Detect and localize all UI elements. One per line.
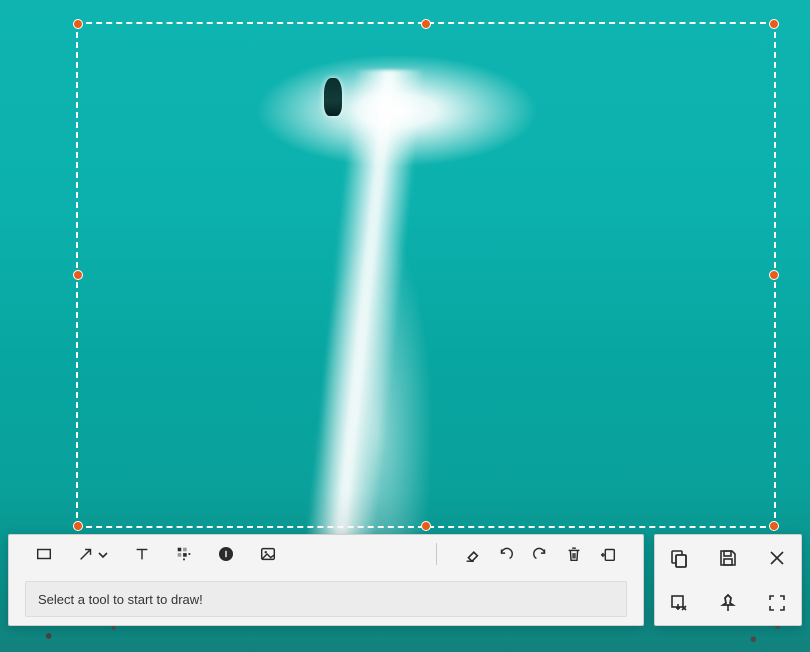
delete-button[interactable] — [565, 545, 583, 563]
edit-crop-button[interactable] — [668, 592, 690, 614]
pixelate-tool[interactable] — [175, 545, 193, 563]
pixelate-icon — [175, 545, 193, 563]
toolbar-right-group — [426, 543, 617, 565]
toolbar-hint-bar: Select a tool to start to draw! — [25, 581, 627, 617]
selection-marquee[interactable] — [76, 22, 776, 528]
redo-button[interactable] — [531, 545, 549, 563]
undo-icon — [497, 545, 515, 563]
rectangle-tool[interactable] — [35, 545, 53, 563]
arrow-tool[interactable] — [77, 545, 109, 563]
chevron-down-icon — [97, 549, 109, 561]
copy-icon — [668, 547, 690, 569]
annotation-toolbar: Select a tool to start to draw! — [8, 534, 644, 626]
fullscreen-button[interactable] — [766, 592, 788, 614]
edit-crop-icon — [668, 592, 690, 614]
pin-icon — [717, 592, 739, 614]
resize-handle-middle-right[interactable] — [769, 270, 779, 280]
counter-icon — [217, 545, 235, 563]
image-tool[interactable] — [259, 545, 277, 563]
text-tool[interactable] — [133, 545, 151, 563]
revert-button[interactable] — [599, 545, 617, 563]
close-icon — [766, 547, 788, 569]
toolbar-hint-text: Select a tool to start to draw! — [38, 592, 203, 607]
revert-icon — [599, 545, 617, 563]
resize-handle-top-middle[interactable] — [421, 19, 431, 29]
copy-button[interactable] — [668, 547, 690, 569]
eraser-icon — [463, 545, 481, 563]
trash-icon — [565, 545, 583, 563]
save-icon — [717, 547, 739, 569]
resize-handle-middle-left[interactable] — [73, 270, 83, 280]
resize-handle-bottom-left[interactable] — [73, 521, 83, 531]
save-button[interactable] — [717, 547, 739, 569]
image-icon — [259, 545, 277, 563]
counter-tool[interactable] — [217, 545, 235, 563]
resize-handle-top-right[interactable] — [769, 19, 779, 29]
arrow-icon-wrap — [77, 545, 95, 563]
action-panel — [654, 534, 802, 626]
undo-button[interactable] — [497, 545, 515, 563]
arrow-tool-dropdown[interactable] — [97, 548, 109, 560]
toolbar-separator — [436, 543, 437, 565]
redo-icon — [531, 545, 549, 563]
toolbar-left-group — [35, 545, 277, 563]
close-button[interactable] — [766, 547, 788, 569]
toolbar-row — [9, 535, 643, 573]
rectangle-icon — [35, 545, 53, 563]
arrow-icon — [77, 545, 95, 563]
resize-handle-bottom-right[interactable] — [769, 521, 779, 531]
resize-handle-bottom-middle[interactable] — [421, 521, 431, 531]
resize-handle-top-left[interactable] — [73, 19, 83, 29]
fullscreen-icon — [766, 592, 788, 614]
text-icon — [133, 545, 151, 563]
pin-button[interactable] — [717, 592, 739, 614]
eraser-tool[interactable] — [463, 545, 481, 563]
